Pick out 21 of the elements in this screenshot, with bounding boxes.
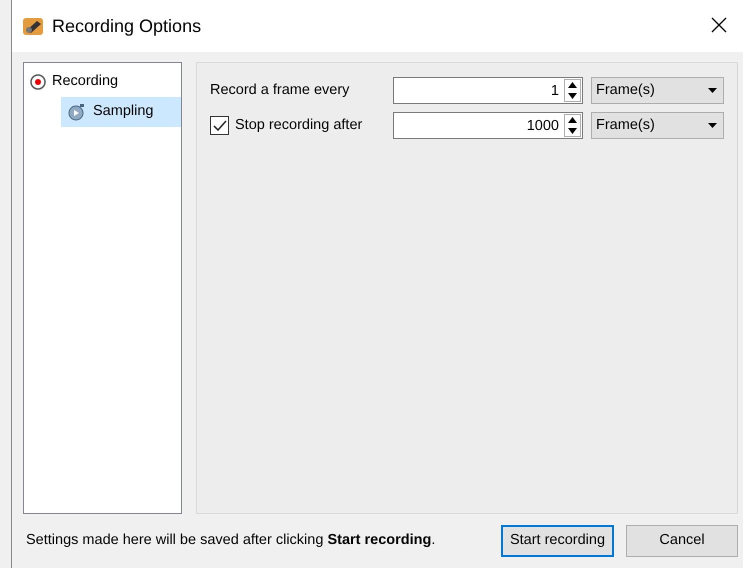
app-icon [22, 15, 44, 37]
number-field[interactable]: 1 [393, 77, 583, 104]
dropdown-icon [708, 123, 717, 128]
unit-dropdown[interactable]: Frame(s) [591, 77, 724, 104]
stopwatch-icon [67, 103, 87, 121]
info-text: Settings made here will be saved after clicking Start recording. [26, 531, 436, 550]
spin-buttons[interactable] [564, 114, 581, 137]
record-icon [30, 74, 46, 90]
number-field[interactable]: 1000 [393, 112, 583, 139]
close-icon [711, 17, 727, 34]
checkbox[interactable] [210, 116, 229, 135]
tree-item[interactable]: Sampling [61, 97, 181, 127]
setting-label: Stop recording after [235, 116, 362, 135]
spin-buttons[interactable] [564, 79, 581, 102]
dialog-button[interactable]: Cancel [626, 525, 738, 557]
dropdown-icon [708, 88, 717, 93]
dialog-button[interactable]: Start recording [501, 525, 614, 557]
unit-dropdown[interactable]: Frame(s) [591, 112, 724, 139]
setting-label: Record a frame every [210, 80, 350, 100]
tree-item[interactable]: Recording [24, 67, 181, 97]
window-title: Recording Options [52, 14, 202, 38]
